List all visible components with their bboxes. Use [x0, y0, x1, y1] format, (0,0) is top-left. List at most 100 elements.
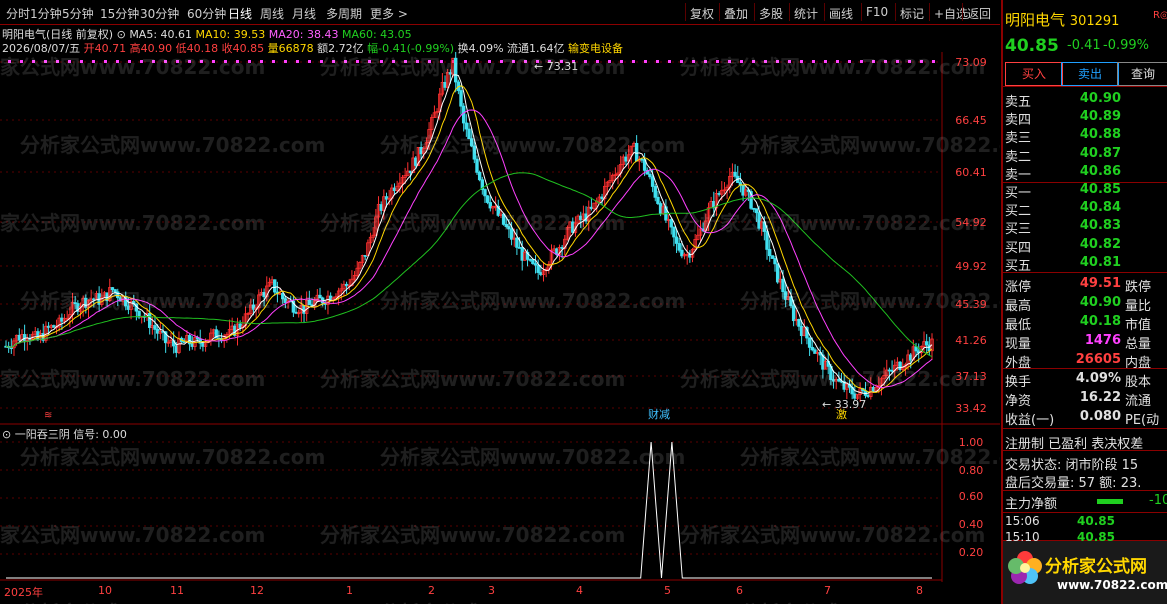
period-1[interactable]: 1分钟 — [30, 5, 62, 22]
action-0[interactable]: 复权 — [690, 5, 714, 22]
candle-body — [533, 263, 538, 266]
action-6[interactable]: 标记 — [900, 5, 924, 22]
period-10[interactable]: 更多 > — [370, 5, 408, 22]
order-row[interactable]: 买五 40.81 — [1003, 254, 1167, 274]
order-row[interactable]: 买四 40.82 — [1003, 236, 1167, 256]
candle-body — [924, 341, 929, 346]
date-tick: 6 — [736, 584, 743, 597]
stat-row: 收益(一) 0.080 PE(动 — [1003, 408, 1167, 428]
action-8[interactable]: 返回 — [967, 5, 991, 22]
order-row[interactable]: 卖三 40.88 — [1003, 126, 1167, 146]
order-label: 买三 — [1005, 222, 1032, 238]
order-price: 40.88 — [1079, 127, 1121, 143]
price-axis: 73.09 66.45 60.41 54.92 49.92 45.39 41.26 37.13… — [942, 52, 1000, 422]
period-2[interactable]: 5分钟 — [62, 5, 94, 22]
period-8[interactable]: 月线 — [292, 5, 316, 22]
date-tick: 1 — [346, 584, 353, 597]
candle-body — [488, 202, 492, 209]
candle-body — [475, 158, 479, 173]
period-6[interactable]: 日线 — [228, 5, 252, 22]
action-5[interactable]: F10 — [866, 5, 888, 19]
date-tick: 2 — [428, 584, 435, 597]
candle-body — [674, 236, 679, 244]
candle-body — [517, 246, 522, 249]
order-label: 卖二 — [1005, 149, 1032, 165]
toolbar-divider — [861, 3, 862, 21]
period-3[interactable]: 15分钟 — [100, 5, 139, 22]
candle-body — [344, 283, 349, 287]
query-button[interactable]: 查询 — [1117, 62, 1167, 86]
price-tick: 73.09 — [955, 56, 987, 69]
period-7[interactable]: 周线 — [260, 5, 284, 22]
panel-divider — [1003, 272, 1167, 273]
buy-button[interactable]: 买入 — [1005, 62, 1063, 86]
stock-name: 明阳电气 — [1005, 11, 1066, 29]
logo-url: www.70822.com — [1057, 578, 1167, 592]
candle-body — [528, 259, 532, 261]
order-row[interactable]: 卖五 40.90 — [1003, 90, 1167, 110]
marker-dot — [632, 60, 635, 63]
period-9[interactable]: 多周期 — [326, 5, 362, 22]
candle-body — [672, 226, 676, 238]
watermark-text: 分析家公式网www.70822.com — [320, 211, 625, 235]
order-row[interactable]: 卖一 40.86 — [1003, 163, 1167, 183]
indicator-signal: 信号: 0.00 — [73, 428, 127, 441]
tick-time: 15:10 — [1005, 530, 1040, 544]
date-tick: 12 — [250, 584, 264, 597]
order-row[interactable]: 买三 40.83 — [1003, 217, 1167, 238]
period-0[interactable]: 分时 — [6, 5, 30, 22]
action-3[interactable]: 统计 — [794, 5, 818, 22]
order-row[interactable]: 买一 40.85 — [1003, 181, 1167, 201]
candle-body — [767, 249, 772, 257]
period-4[interactable]: 30分钟 — [140, 5, 179, 22]
watermark-text: 分析家公式网www.70822.com — [680, 55, 985, 79]
candle-body — [155, 328, 160, 334]
price-change: -0.41 — [1067, 38, 1101, 53]
badge-circle-icon: ◎ — [1159, 10, 1167, 21]
kline-chart[interactable]: ← 73.31← 33.97财减激≋分析家公式网www.70822.com分析家… — [0, 52, 1000, 604]
indicator-name[interactable]: 一阳吞三阴 — [15, 428, 70, 441]
indicator-collapse-icon[interactable]: ⊙ — [2, 428, 11, 441]
candle-body — [650, 176, 655, 187]
stat-value: 40.18 — [1079, 314, 1121, 329]
order-label: 买四 — [1005, 240, 1032, 256]
action-2[interactable]: 多股 — [759, 5, 783, 22]
candle-body — [153, 325, 157, 330]
watermark-text: 分析家公式网www.70822.com — [0, 523, 265, 547]
date-tick: 11 — [170, 584, 184, 597]
toolbar-divider — [789, 3, 790, 21]
order-row[interactable]: 卖二 40.87 — [1003, 145, 1167, 165]
candle-body — [477, 171, 482, 181]
price-tick: 60.41 — [955, 166, 987, 179]
order-row[interactable]: 卖四 40.89 — [1003, 108, 1167, 128]
stock-header: 明阳电气 301291 — [1005, 9, 1119, 30]
stat-value: 40.90 — [1079, 295, 1121, 310]
action-4[interactable]: 画线 — [829, 5, 853, 22]
price-tick: 45.39 — [955, 298, 987, 311]
stock-code: 301291 — [1069, 14, 1120, 29]
indicator-tick: 1.00 — [958, 436, 984, 449]
toolbar-divider — [824, 3, 825, 21]
watermark-text: 分析家公式网www.70822.com — [380, 133, 685, 157]
order-row[interactable]: 买二 40.84 — [1003, 199, 1167, 220]
stat-row: 净资 16.22 流通 — [1003, 389, 1167, 409]
candle-body — [52, 325, 56, 328]
marker-dot — [644, 60, 647, 63]
candle-body — [408, 170, 413, 173]
sell-button[interactable]: 卖出 — [1061, 62, 1119, 86]
stat-label: 净资 — [1005, 394, 1032, 409]
action-1[interactable]: 叠加 — [724, 5, 748, 22]
date-tick: 4 — [576, 584, 583, 597]
main-net-value: -10 — [1149, 493, 1167, 508]
tick-price: 40.85 — [1077, 530, 1115, 544]
stat-label-2: 市值 — [1125, 318, 1152, 333]
order-label: 买二 — [1005, 204, 1032, 220]
candle-body — [443, 82, 447, 88]
watermark-text: 分析家公式网www.70822.com — [680, 523, 985, 547]
period-5[interactable]: 60分钟 — [187, 5, 226, 22]
stat-row: 换手 4.09% 股本 — [1003, 370, 1167, 390]
logo-block: 分析家公式网 www.70822.com — [1003, 540, 1167, 604]
stat-label: 最高 — [1005, 299, 1032, 314]
date-tick: 7 — [824, 584, 831, 597]
stat-label-2: 股本 — [1125, 375, 1152, 390]
